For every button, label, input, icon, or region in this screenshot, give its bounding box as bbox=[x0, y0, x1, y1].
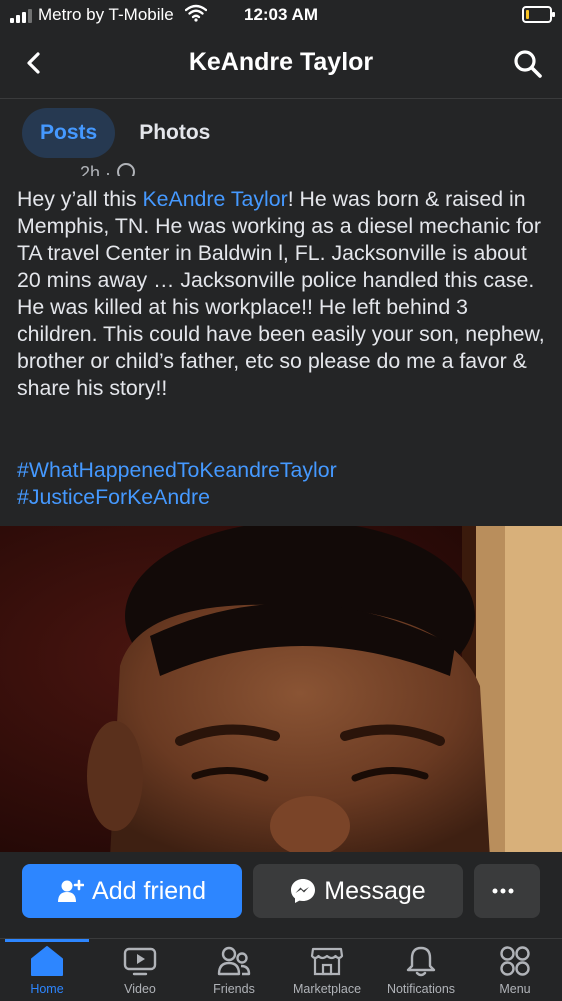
nav-label-friends: Friends bbox=[213, 982, 255, 996]
nav-friends[interactable]: Friends bbox=[187, 945, 281, 996]
tab-posts[interactable]: Posts bbox=[22, 108, 116, 158]
video-icon bbox=[123, 947, 157, 976]
nav-notifications[interactable]: Notifications bbox=[374, 945, 468, 996]
post-text-rest: ! He was born & raised in Memphis, TN. H… bbox=[17, 187, 545, 400]
message-label: Message bbox=[324, 876, 426, 905]
message-button[interactable]: Message bbox=[253, 864, 463, 918]
nav-home[interactable]: Home bbox=[0, 945, 94, 996]
bell-icon bbox=[406, 946, 436, 977]
nav-label-menu: Menu bbox=[499, 982, 531, 996]
post-time: 2h bbox=[80, 163, 101, 176]
add-friend-label: Add friend bbox=[92, 876, 206, 905]
post-text-start: Hey y’all this bbox=[17, 187, 143, 211]
bottom-nav: Home Video Friends Marketplace Notificat… bbox=[0, 938, 562, 1001]
battery-level bbox=[526, 10, 529, 19]
marketplace-icon bbox=[310, 947, 344, 976]
status-bar: Metro by T-Mobile 12:03 AM bbox=[0, 0, 562, 30]
messenger-icon bbox=[291, 879, 316, 903]
nav-label-notifications: Notifications bbox=[386, 982, 456, 996]
hashtags: #WhatHappenedToKeandreTaylor #JusticeFor… bbox=[17, 457, 337, 511]
hashtag-link[interactable]: #JusticeForKeAndre bbox=[17, 484, 337, 511]
nav-menu[interactable]: Menu bbox=[468, 945, 562, 996]
header-divider bbox=[0, 98, 562, 99]
page-title: KeAndre Taylor bbox=[188, 48, 374, 76]
post-photo[interactable] bbox=[0, 526, 562, 858]
nav-video[interactable]: Video bbox=[93, 945, 187, 996]
nav-label-home: Home bbox=[30, 982, 64, 996]
hashtag-link[interactable]: #WhatHappenedToKeandreTaylor bbox=[17, 457, 337, 484]
profile-tabs: Posts Photos bbox=[22, 108, 228, 158]
friends-icon bbox=[217, 946, 251, 976]
header: KeAndre Taylor bbox=[0, 30, 562, 98]
menu-grid-icon bbox=[500, 946, 530, 976]
home-icon bbox=[31, 946, 63, 976]
tab-photos[interactable]: Photos bbox=[121, 108, 228, 158]
clock: 12:03 AM bbox=[243, 5, 318, 24]
nav-label-video: Video bbox=[124, 982, 156, 996]
profile-actions: Add friend Message bbox=[0, 852, 562, 938]
active-tab-indicator bbox=[5, 939, 89, 942]
more-dots-icon bbox=[492, 888, 514, 894]
nav-marketplace[interactable]: Marketplace bbox=[280, 945, 374, 996]
more-options-button[interactable] bbox=[474, 864, 540, 918]
photo-image bbox=[0, 526, 562, 858]
add-friend-icon bbox=[58, 879, 85, 902]
add-friend-button[interactable]: Add friend bbox=[22, 864, 242, 918]
post-meta: 2h · bbox=[80, 160, 136, 176]
globe-icon bbox=[117, 163, 136, 176]
nav-label-marketplace: Marketplace bbox=[292, 982, 362, 996]
search-icon[interactable] bbox=[512, 48, 544, 80]
battery-icon bbox=[522, 6, 555, 23]
post-text: Hey y’all this KeAndre Taylor! He was bo… bbox=[17, 186, 547, 402]
mention-link[interactable]: KeAndre Taylor bbox=[142, 187, 287, 211]
